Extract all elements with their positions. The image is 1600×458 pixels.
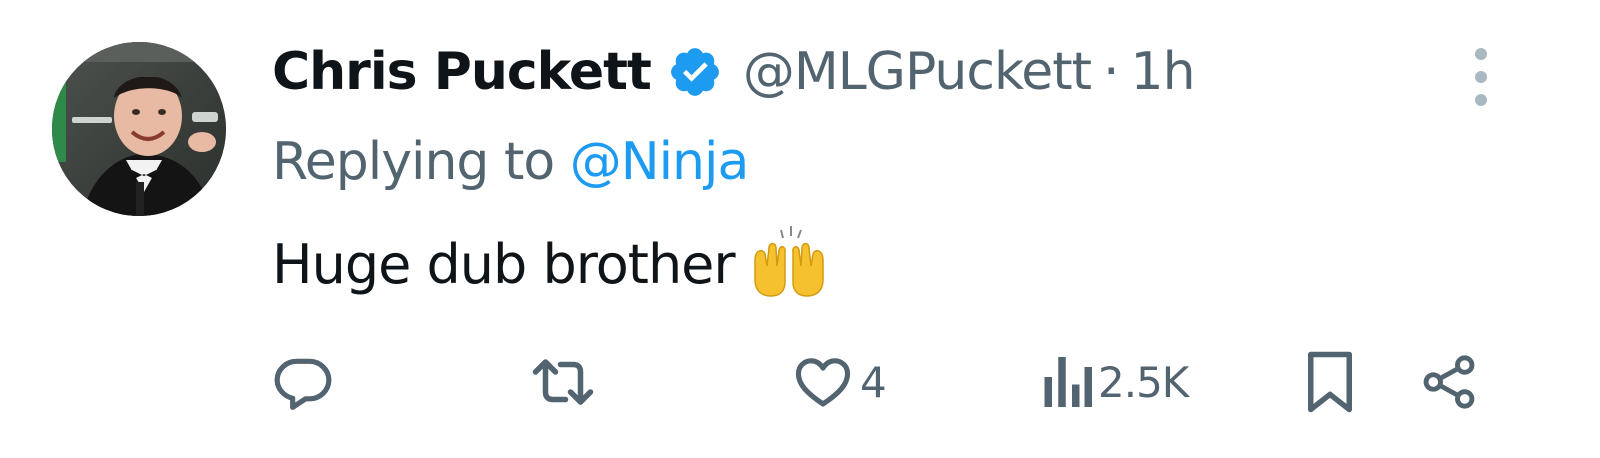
- replying-to: Replying to @Ninja: [272, 132, 750, 192]
- bookmark-button[interactable]: [1302, 350, 1358, 414]
- tweet-header: Chris Puckett @MLGPuckett · 1h: [272, 36, 1196, 108]
- separator-dot: ·: [1102, 42, 1120, 102]
- tweet-time[interactable]: 1h: [1131, 42, 1196, 102]
- retweet-button[interactable]: [528, 350, 598, 414]
- heart-icon: [795, 358, 851, 407]
- views-count: 2.5K: [1098, 357, 1189, 407]
- tweet-text: Huge dub brother: [272, 226, 829, 300]
- more-options-icon[interactable]: [1466, 46, 1496, 108]
- avatar[interactable]: [52, 42, 226, 216]
- verified-badge-icon[interactable]: [667, 44, 723, 100]
- raising-hands-emoji-icon: [749, 220, 829, 300]
- reply-icon: [274, 358, 332, 410]
- like-button[interactable]: 4: [792, 350, 887, 414]
- bookmark-icon: [1308, 351, 1352, 413]
- display-name[interactable]: Chris Puckett: [272, 42, 652, 102]
- tweet-card[interactable]: Chris Puckett @MLGPuckett · 1h Replying …: [0, 0, 1600, 458]
- share-button[interactable]: [1420, 350, 1478, 414]
- replying-mention-link[interactable]: @Ninja: [570, 132, 750, 192]
- retweet-icon: [532, 359, 594, 405]
- replying-prefix: Replying to: [272, 132, 555, 192]
- reply-button[interactable]: [272, 350, 334, 414]
- views-button[interactable]: 2.5K: [1042, 350, 1189, 414]
- tweet-text-content: Huge dub brother: [272, 232, 736, 296]
- share-icon: [1423, 355, 1475, 409]
- views-icon: [1044, 357, 1092, 407]
- user-handle[interactable]: @MLGPuckett: [743, 42, 1092, 102]
- like-count: 4: [860, 357, 887, 407]
